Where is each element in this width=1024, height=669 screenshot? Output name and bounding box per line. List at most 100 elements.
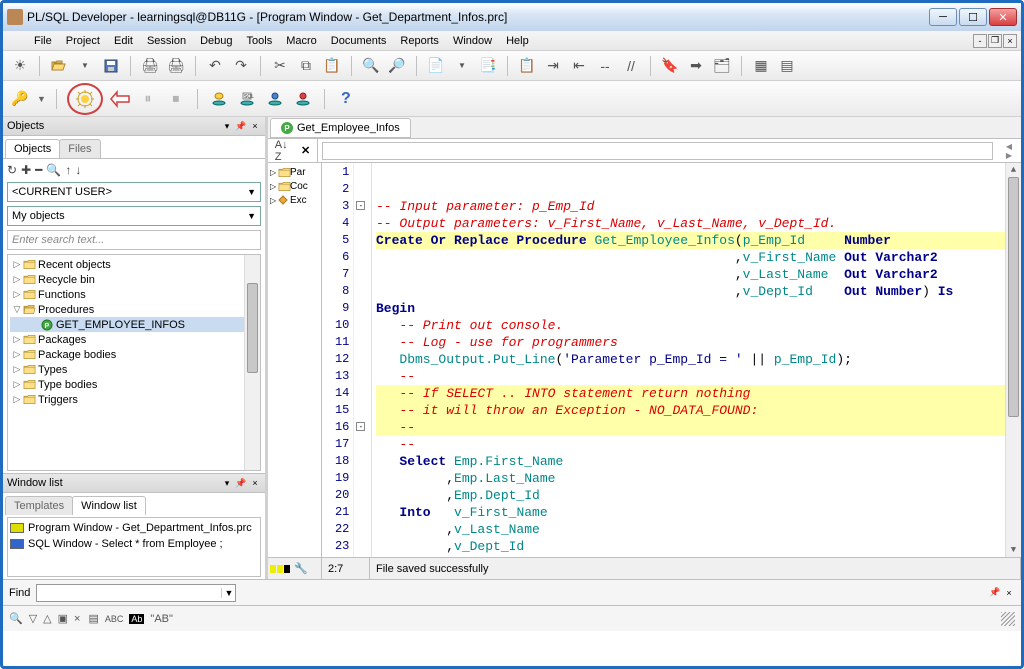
document-tab[interactable]: P Get_Employee_Infos bbox=[270, 118, 411, 138]
new-button[interactable]: ☀ bbox=[9, 55, 31, 77]
menu-tools[interactable]: Tools bbox=[240, 33, 280, 49]
menu-session[interactable]: Session bbox=[140, 33, 193, 49]
find-up-icon[interactable]: △ bbox=[43, 612, 51, 625]
symbol-item[interactable]: ▷Exc bbox=[270, 193, 319, 207]
query-builder-button[interactable]: 📑 bbox=[477, 55, 499, 77]
tab-templates[interactable]: Templates bbox=[5, 496, 73, 515]
code-line[interactable]: -- Input parameter: p_Emp_Id bbox=[376, 198, 1017, 215]
menu-debug[interactable]: Debug bbox=[193, 33, 239, 49]
tab-objects[interactable]: Objects bbox=[5, 139, 60, 158]
tree-item[interactable]: ▷Recycle bin bbox=[10, 272, 258, 287]
execute-button-highlighted[interactable] bbox=[67, 83, 103, 115]
filter-input[interactable] bbox=[322, 142, 993, 160]
undo-button[interactable]: ↶ bbox=[204, 55, 226, 77]
tree-item[interactable]: ▷Packages bbox=[10, 332, 258, 347]
panel-dropdown-icon[interactable]: ▾ bbox=[221, 120, 233, 132]
panel-pin-icon[interactable]: 📌 bbox=[989, 587, 1001, 599]
ab-literal[interactable]: "AB" bbox=[150, 613, 172, 625]
uncomment-button[interactable]: // bbox=[620, 55, 642, 77]
scroll-up-icon[interactable]: ▲ bbox=[1006, 163, 1021, 177]
search-input[interactable]: Enter search text... bbox=[7, 230, 261, 250]
find-button[interactable]: 🔍 bbox=[360, 55, 382, 77]
panel-pin-icon[interactable]: 📌 bbox=[235, 120, 247, 132]
symbol-item[interactable]: ▷Par bbox=[270, 165, 319, 179]
code-line[interactable]: Create Or Replace Procedure Get_Employee… bbox=[376, 232, 1017, 249]
menu-macro[interactable]: Macro bbox=[279, 33, 324, 49]
logon-button[interactable]: 🔑 bbox=[9, 88, 31, 110]
tree-item[interactable]: ▷Type bodies bbox=[10, 377, 258, 392]
code-line[interactable]: -- Log - use for programmers bbox=[376, 334, 1017, 351]
find-down-icon[interactable]: ▽ bbox=[29, 612, 37, 625]
panel-close-icon[interactable]: × bbox=[249, 477, 261, 489]
resize-grip[interactable] bbox=[1001, 612, 1015, 626]
code-line[interactable]: -- bbox=[376, 368, 1017, 385]
nav-left-icon[interactable]: ◀ bbox=[1006, 142, 1012, 151]
whole-word-icon[interactable]: Ab bbox=[129, 614, 144, 624]
redo-button[interactable]: ↷ bbox=[230, 55, 252, 77]
tree-item[interactable]: ▷Types bbox=[10, 362, 258, 377]
titlebar[interactable]: PL/SQL Developer - learningsql@DB11G - [… bbox=[3, 3, 1021, 31]
find-input[interactable]: ▼ bbox=[36, 584, 236, 602]
highlight-all-icon[interactable]: ▣ bbox=[58, 612, 68, 625]
code-line[interactable]: Dbms_Output.Put_Line('Parameter p_Emp_Id… bbox=[376, 351, 1017, 368]
indent-button[interactable]: ⇥ bbox=[542, 55, 564, 77]
find-next-button[interactable]: 🔎 bbox=[386, 55, 408, 77]
menu-file[interactable]: File bbox=[27, 33, 59, 49]
report-button[interactable] bbox=[292, 88, 314, 110]
code-line[interactable]: Into v_First_Name bbox=[376, 504, 1017, 521]
menu-help[interactable]: Help bbox=[499, 33, 536, 49]
tree-item[interactable]: ▷Functions bbox=[10, 287, 258, 302]
sql-button[interactable] bbox=[264, 88, 286, 110]
find-next-icon[interactable]: 🔍 bbox=[9, 612, 23, 625]
code-line[interactable]: -- bbox=[376, 436, 1017, 453]
copy-button[interactable]: ⧉ bbox=[295, 55, 317, 77]
panel-dropdown-icon[interactable]: ▾ bbox=[221, 477, 233, 489]
code-line[interactable]: -- bbox=[376, 419, 1017, 436]
mdi-restore-button[interactable]: ❐ bbox=[988, 34, 1002, 48]
match-case-icon[interactable]: ABC bbox=[105, 614, 124, 624]
clear-icon[interactable]: ✕ bbox=[301, 144, 310, 157]
menu-project[interactable]: Project bbox=[59, 33, 107, 49]
code-line[interactable]: -- Output parameters: v_First_Name, v_La… bbox=[376, 215, 1017, 232]
panel-close-icon[interactable]: × bbox=[1003, 587, 1015, 599]
unindent-button[interactable]: ⇤ bbox=[568, 55, 590, 77]
tree-scrollbar[interactable] bbox=[244, 255, 260, 470]
code-line[interactable]: Begin bbox=[376, 300, 1017, 317]
add-icon[interactable]: ✚ bbox=[21, 163, 31, 177]
paste-button[interactable]: 📋 bbox=[321, 55, 343, 77]
scroll-down-icon[interactable]: ▼ bbox=[1006, 543, 1021, 557]
help-button[interactable]: ? bbox=[335, 88, 357, 110]
code-line[interactable]: ,Emp.Dept_Id bbox=[376, 487, 1017, 504]
beautify-button[interactable]: 📋 bbox=[516, 55, 538, 77]
print-button[interactable]: 🖨 bbox=[139, 55, 161, 77]
explain-plan-button[interactable]: 📄 bbox=[425, 55, 447, 77]
open-dropdown-icon[interactable]: ▼ bbox=[74, 55, 96, 77]
save-button[interactable] bbox=[100, 55, 122, 77]
panel-pin-icon[interactable]: 📌 bbox=[235, 477, 247, 489]
comment-button[interactable]: -- bbox=[594, 55, 616, 77]
tree-item[interactable]: ▷Package bodies bbox=[10, 347, 258, 362]
menu-edit[interactable]: Edit bbox=[107, 33, 140, 49]
code-editor[interactable]: -- Input parameter: p_Emp_Id-- Output pa… bbox=[372, 163, 1021, 557]
regex-icon[interactable]: ▤ bbox=[88, 612, 98, 625]
nav-right-icon[interactable]: ▶ bbox=[1006, 151, 1012, 160]
code-line[interactable]: -- it will throw an Exception - NO_DATA_… bbox=[376, 402, 1017, 419]
kill-button[interactable]: ⏹ bbox=[165, 88, 187, 110]
refresh-icon[interactable]: ↻ bbox=[7, 163, 17, 177]
tab-files[interactable]: Files bbox=[59, 139, 100, 158]
fold-column[interactable]: -- bbox=[353, 163, 371, 557]
window-list-item[interactable]: SQL Window - Select * from Employee ; bbox=[10, 536, 258, 552]
code-line[interactable]: Select Emp.First_Name bbox=[376, 453, 1017, 470]
goto-button[interactable]: ➡ bbox=[685, 55, 707, 77]
delete-icon[interactable]: ━ bbox=[35, 163, 42, 177]
print-setup-button[interactable]: 🖨 bbox=[165, 55, 187, 77]
code-line[interactable]: From Employee Emp bbox=[376, 555, 1017, 557]
break-button[interactable]: ⏸ bbox=[137, 88, 159, 110]
explain-dropdown-icon[interactable]: ▼ bbox=[451, 55, 473, 77]
code-line[interactable]: -- Print out console. bbox=[376, 317, 1017, 334]
commit-button[interactable] bbox=[208, 88, 230, 110]
mdi-minimize-button[interactable]: - bbox=[973, 34, 987, 48]
user-combo[interactable]: <CURRENT USER>▼ bbox=[7, 182, 261, 202]
code-line[interactable]: ,v_Dept_Id Out Number) Is bbox=[376, 283, 1017, 300]
menu-documents[interactable]: Documents bbox=[324, 33, 394, 49]
